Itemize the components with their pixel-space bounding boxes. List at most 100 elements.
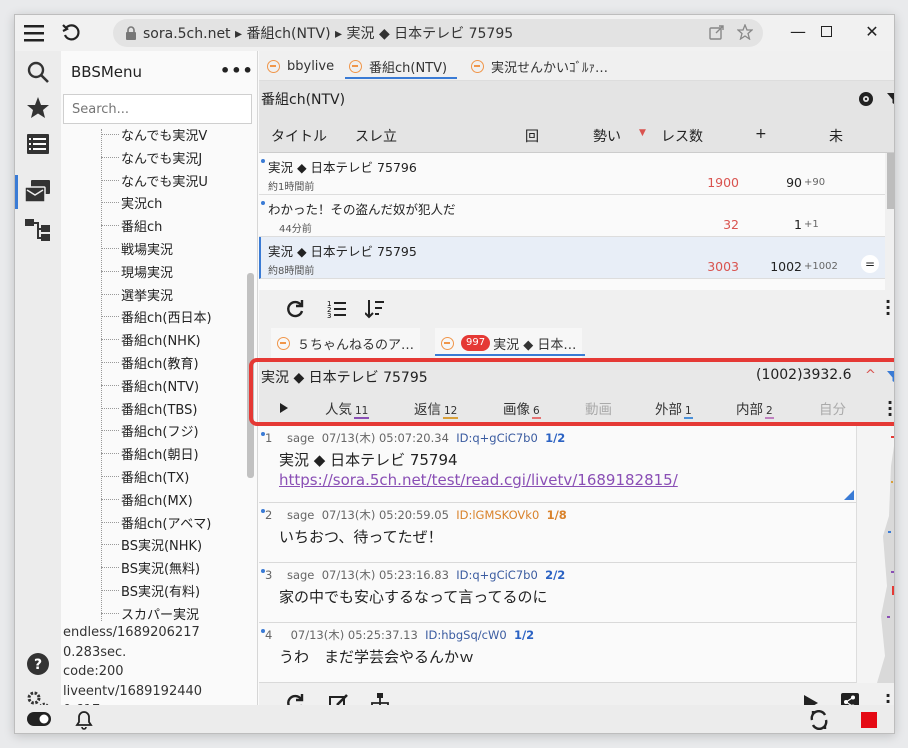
board-favicon-icon [267,59,280,73]
hamburger-menu-icon[interactable] [19,18,49,48]
close-button[interactable]: ✕ [849,15,894,47]
thread-row-selected[interactable]: 実況 ◆ 日本テレビ 75795 約8時間前 3003 1002 +1002 = [259,237,885,279]
toggle-icon[interactable] [27,712,51,726]
post-mail: sage [286,508,315,522]
star-icon[interactable] [21,91,55,125]
tree-item[interactable]: 番組ch [101,214,162,237]
col-unread[interactable]: 未 [829,126,843,146]
log-line: code:200 [63,664,124,679]
board-tabs: bbylive 番組ch(NTV) 実況せんかいｺﾞﾙｧ… [259,51,894,81]
reload-icon[interactable] [57,18,87,48]
highlight-frame [249,358,894,426]
auto-refresh-icon[interactable] [809,710,829,730]
post-number[interactable]: 4 [265,628,272,642]
tree-item[interactable]: なんでも実況J [101,146,202,169]
post-body: 家の中でも安心するなって言ってるのに [279,588,548,606]
thread-list-scrollbar[interactable] [885,153,894,290]
post-id-count[interactable]: 1/8 [547,508,567,522]
board-favicon-icon [349,59,362,73]
tree-item-label: 番組ch(TX) [121,471,190,486]
main-area: bbylive 番組ch(NTV) 実況せんかいｺﾞﾙｧ… 番組ch(NTV) … [249,51,894,733]
tree-branch-line [101,316,119,318]
col-count[interactable]: 回 [525,126,539,146]
post: 3 sage 07/13(木) 05:23:16.83 ID:q+gCiC7b0… [259,563,856,623]
col-res[interactable]: レス数 [661,126,703,146]
tree-item[interactable]: 選挙実況 [101,283,173,306]
filter-icon[interactable] [887,92,894,106]
tree-item[interactable]: 番組ch(TBS) [101,397,197,420]
post-id[interactable]: ID:q+gCiC7b0 [456,568,538,582]
tree-item[interactable]: BS実況(NHK) [101,533,202,556]
help-icon[interactable]: ? [21,647,55,681]
log-line: 0.283sec. [63,644,127,660]
numbered-list-icon[interactable]: 123 [327,299,347,319]
tree-item[interactable]: 番組ch(MX) [101,488,193,511]
tree-item-label: BS実況(NHK) [121,539,203,555]
tree-item[interactable]: スカパー実況 [101,602,199,621]
tree-item-label: 番組ch(アベマ) [121,516,212,532]
threads-icon[interactable] [21,175,55,209]
tree-item[interactable]: 番組ch(NHK) [101,328,201,351]
col-plus[interactable]: + [755,126,767,142]
post-link[interactable]: https://sora.5ch.net/test/read.cgi/livet… [279,471,678,489]
col-momentum[interactable]: 勢い [593,126,621,146]
thread-row[interactable]: 実況 ◆ 日本テレビ 75796 約1時間前 1900 90 +90 [259,153,885,195]
tree-item[interactable]: 現場実況 [101,260,173,283]
post-minimap[interactable] [856,426,894,683]
tree-branch-line [101,339,119,341]
thread-list-header: タイトル スレ立 回 勢い ▼ レス数 + 未 [259,117,894,153]
address-bar[interactable]: sora.5ch.net ▸ 番組ch(NTV) ▸ 実況 ◆ 日本テレビ 75… [113,19,763,47]
post-id[interactable]: ID:lGMSKOVk0 [456,508,539,522]
tree-branch-line [101,179,119,181]
tree-item[interactable]: 戦場実況 [101,237,173,260]
tree-item[interactable]: BS実況(有料) [101,579,200,602]
share-icon[interactable] [709,24,725,44]
list-icon[interactable] [21,127,55,161]
star-outline-icon[interactable] [736,23,754,44]
tree-branch-line [101,384,119,386]
tree-item-label: 実況ch [121,197,163,213]
tree-item[interactable]: BS実況(無料) [101,556,200,579]
post-list: 1 sage 07/13(木) 05:07:20.34 ID:q+gCiC7b0… [259,426,856,683]
tree-item[interactable]: 番組ch(アベマ) [101,511,211,534]
tree-item[interactable]: なんでも実況V [101,129,207,146]
bell-icon[interactable] [75,710,93,730]
tree-item[interactable]: 番組ch(朝日) [101,442,199,465]
tree-item[interactable]: 番組ch(フジ) [101,419,199,442]
post-id[interactable]: ID:q+gCiC7b0 [456,431,538,445]
menu-search-input[interactable] [63,94,252,124]
maximize-button[interactable] [803,15,849,47]
tree-item[interactable]: 番組ch(NTV) [101,374,199,397]
tab-jikkyo[interactable]: 実況せんかいｺﾞﾙｧ… [471,51,608,81]
tree-item[interactable]: 番組ch(教育) [101,351,199,374]
post-number[interactable]: 1 [265,431,272,445]
bbs-menu-panel: BBSMenu ••• なんでも実況V なんでも実況J なんでも実況U 実況ch 番組c… [61,51,258,733]
tree-item[interactable]: 番組ch(TX) [101,465,189,488]
tab-bbylive[interactable]: bbylive [267,51,334,81]
post-number[interactable]: 3 [265,568,272,582]
sitemap-icon[interactable] [21,213,55,247]
thread-row[interactable]: わかった！その盗んだ奴が犯人だ 44分前 32 1 +1 [259,195,885,237]
tab-thread-1[interactable]: ５ちゃんねるのア… [271,328,421,358]
tree-item-label: 番組ch(TBS) [121,402,198,418]
tree-item[interactable]: 番組ch(西日本) [101,305,212,328]
disc-icon[interactable] [858,91,874,107]
post-id-count[interactable]: 1/2 [514,628,534,642]
menu-more-button[interactable]: ••• [220,61,254,80]
equals-icon[interactable]: = [861,255,879,273]
sort-icon[interactable] [365,299,385,319]
col-created[interactable]: スレ立 [355,126,397,146]
search-icon[interactable] [21,55,55,89]
more-vert-icon[interactable]: ··· [885,294,891,322]
tree-item[interactable]: 実況ch [101,191,162,214]
post-id-count[interactable]: 1/2 [545,431,565,445]
minimap-graph [877,436,894,683]
refresh-icon[interactable] [285,299,305,319]
post-id-count[interactable]: 2/2 [545,568,565,582]
tree-item[interactable]: なんでも実況U [101,169,208,192]
post-number[interactable]: 2 [265,508,272,522]
stop-icon[interactable] [861,712,877,728]
post-date: 07/13(木) 05:07:20.34 [321,431,449,445]
col-title[interactable]: タイトル [271,126,327,146]
post-id[interactable]: ID:hbgSq/cW0 [425,628,507,642]
